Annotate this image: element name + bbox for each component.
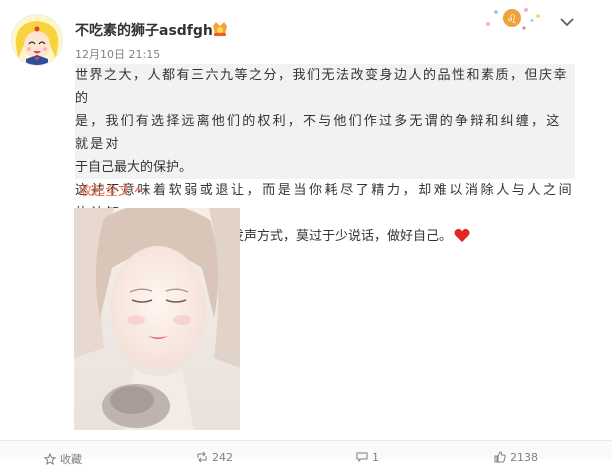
repost-icon [197,451,207,463]
favorite-label: 收藏 [60,453,82,466]
arrow-up-icon [134,183,142,193]
chevron-down-icon[interactable] [558,14,576,28]
decoration-card-icon: ♌ [480,4,544,32]
avatar-sailor-moon-image [12,15,62,65]
username[interactable]: 不吃素的狮子asdfgh [75,20,213,40]
svg-text:♌: ♌ [507,12,518,26]
avatar[interactable] [11,14,63,66]
post-text-line: 世界之大，人都有三六九等之分，我们无法改变身边人的品性和素质，但庆幸的 [75,68,569,106]
selfie-photo-image [74,208,240,430]
post-paragraph-1: 世界之大，人都有三六九等之分，我们无法改变身边人的品性和素质，但庆幸的 是，我们… [75,64,575,179]
favorite-button[interactable]: 收藏 [43,451,82,467]
post-photo[interactable] [74,208,240,430]
post-action-bar: 收藏 242 1 2138 [0,440,612,466]
star-icon [43,452,57,466]
thumbs-up-icon [494,451,506,463]
vip-badge-icon[interactable] [210,20,230,38]
collapse-label: 收起全文 [79,184,132,199]
heart-icon [454,228,470,251]
collapse-full-text-link[interactable]: 收起全文 [79,180,142,199]
comment-icon [356,452,368,463]
post-text-line: 是，我们有选择远离他们的权利，不与他们作过多无谓的争辩和纠缠，这就是对 [75,114,562,152]
weibo-post-card: 不吃素的狮子asdfgh 12月10日 21:15 ♌ 世界之大，人都有三六九等… [0,0,612,466]
post-text-line: 于自己最大的保护。 [75,160,193,175]
post-timestamp[interactable]: 12月10日 21:15 [75,46,160,62]
